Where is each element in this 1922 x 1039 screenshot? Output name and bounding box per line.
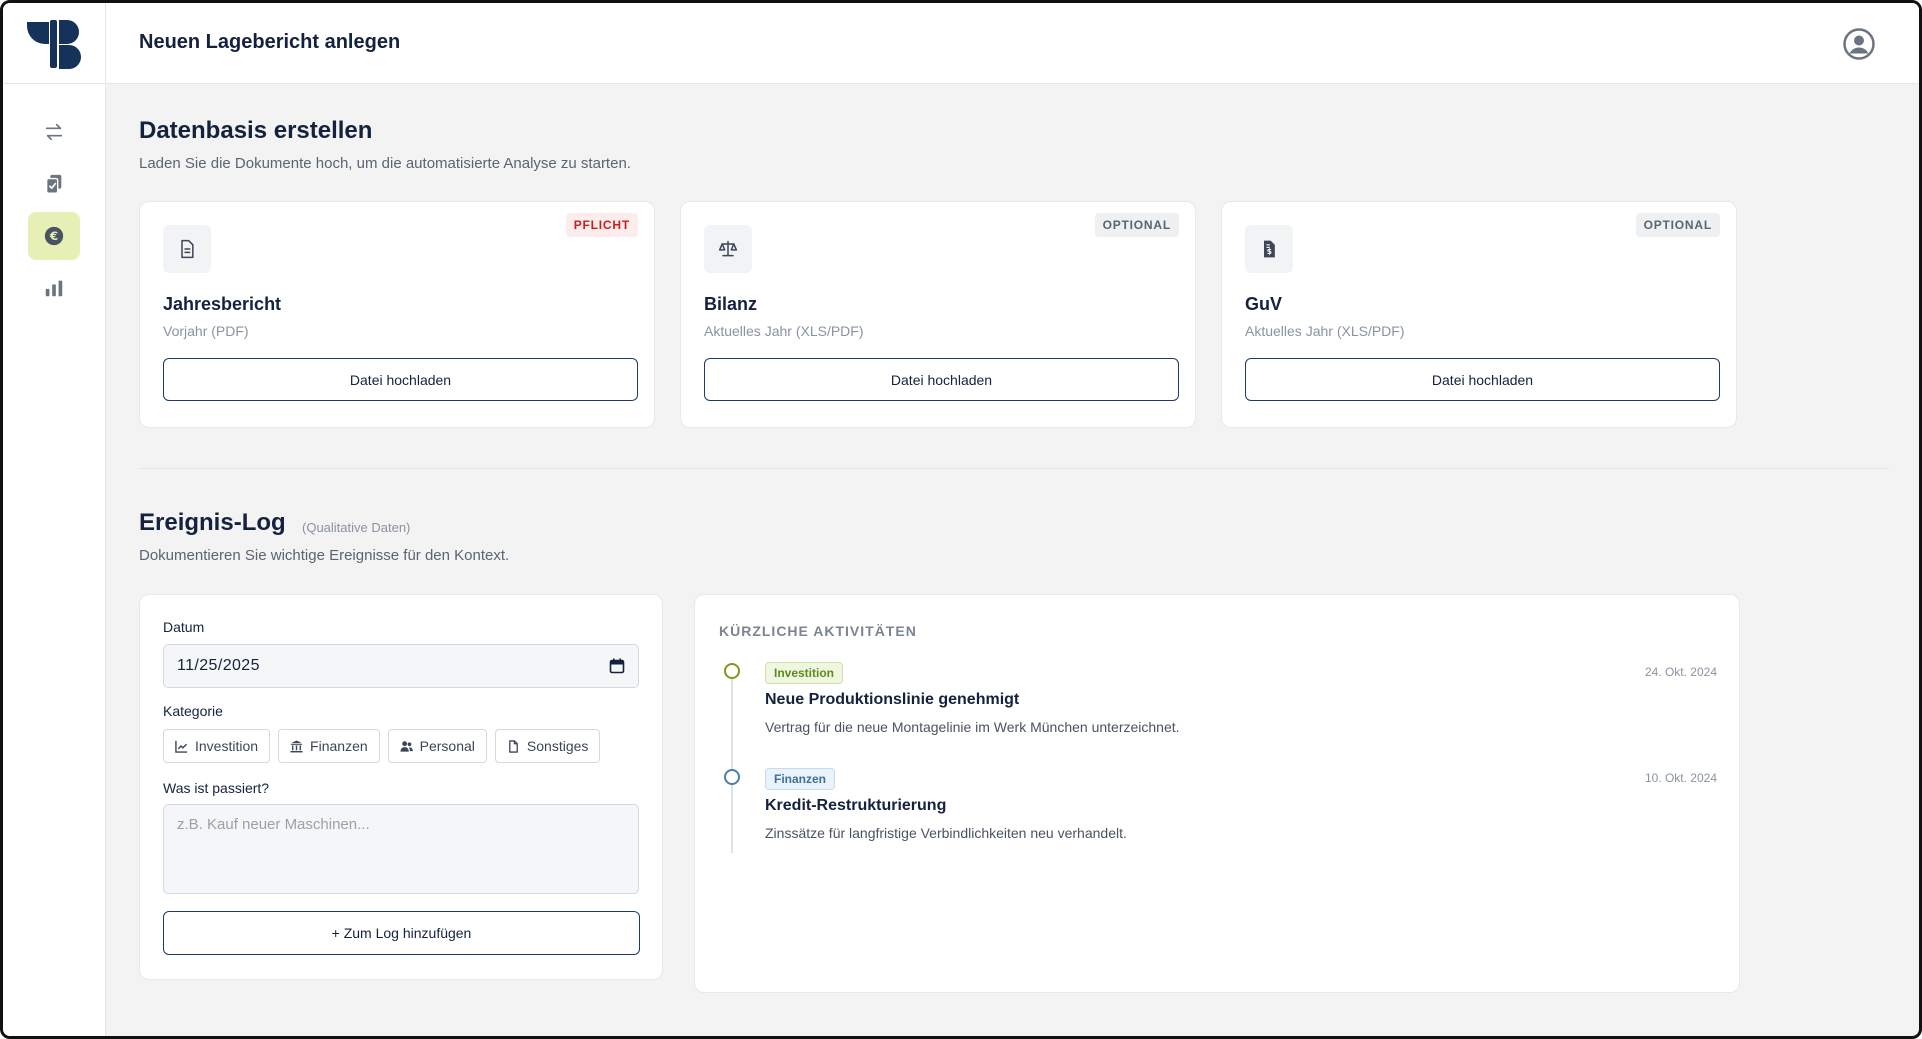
category-chip-personal[interactable]: Personal [387,729,487,763]
datenbasis-subtitle: Laden Sie die Dokumente hoch, um die aut… [139,155,631,172]
card-title: Bilanz [704,294,758,314]
sidebar-item-analytics[interactable] [28,264,80,312]
brand-logo[interactable] [25,18,83,70]
date-input[interactable]: 11/25/2025 [163,644,639,688]
date-value: 11/25/2025 [177,657,260,674]
activity-title: Neue Produktionslinie genehmigt [765,691,1020,708]
log-title: Ereignis-Log [139,509,286,536]
sidebar: € [3,3,106,1036]
activity-heading: KÜRZLICHE AKTIVITÄTEN [719,623,917,639]
sidebar-item-transfer[interactable] [28,108,80,156]
card-subtitle: Vorjahr (PDF) [163,323,249,339]
card-title: GuV [1245,294,1283,314]
users-icon [400,740,413,752]
document-icon [163,225,211,273]
category-chips: Investition Finanzen Personal Sonstiges [163,729,601,763]
bank-icon [290,739,303,752]
category-label: Kategorie [163,703,223,719]
activity-tag: Finanzen [765,768,836,790]
recent-activity-card: KÜRZLICHE AKTIVITÄTEN Investition 24. Ok… [694,594,1740,993]
activity-title: Kredit-Restrukturierung [765,797,947,814]
upload-button-bilanz[interactable]: Datei hochladen [704,358,1179,401]
clipboard-check-icon [45,174,62,194]
chip-label: Sonstiges [526,738,589,754]
svg-text:€: € [49,229,58,243]
date-label: Datum [163,619,205,635]
activity-date: 24. Okt. 2024 [1644,665,1717,679]
section-divider [139,468,1889,469]
sidebar-item-documents[interactable] [28,160,80,208]
main-content: Datenbasis erstellen Laden Sie die Dokum… [106,84,1919,1036]
card-title: Jahresbericht [163,294,282,314]
activity-date: 10. Okt. 2024 [1644,771,1717,785]
timeline-dot [724,663,740,679]
timeline-line [731,675,733,853]
activity-description: Vertrag für die neue Montagelinie im Wer… [765,719,1180,735]
file-icon [509,739,518,753]
sidebar-item-finance[interactable]: € [28,212,80,260]
upload-card-jahresbericht: PFLICHT Jahresbericht Vorjahr (PDF) Date… [139,201,655,428]
upload-card-guv: $ OPTIONAL GuV Aktuelles Jahr (XLS/PDF) … [1221,201,1737,428]
page-title: Neuen Lagebericht anlegen [139,31,401,53]
invoice-dollar-icon: $ [1245,225,1293,273]
category-chip-sonstiges[interactable]: Sonstiges [494,729,601,763]
what-happened-label: Was ist passiert? [163,780,270,796]
svg-text:$: $ [1267,247,1272,256]
upload-button-guv[interactable]: Datei hochladen [1245,358,1720,401]
timeline-dot [724,769,740,785]
activity-description: Zinssätze für langfristige Verbindlichke… [765,825,1127,841]
chip-label: Investition [195,738,259,754]
calendar-icon[interactable] [609,658,625,674]
user-avatar-icon[interactable] [1843,28,1875,60]
log-hint: (Qualitative Daten) [302,520,411,535]
category-chip-finanzen[interactable]: Finanzen [278,729,380,763]
optional-badge: OPTIONAL [1094,213,1179,237]
top-header: Neuen Lagebericht anlegen [106,3,1919,84]
upload-button-jahresbericht[interactable]: Datei hochladen [163,358,638,401]
arrows-exchange-icon [45,123,63,141]
sidebar-divider [3,83,106,84]
event-form-card: Datum 11/25/2025 Kategorie Investition F… [139,594,663,980]
optional-badge: OPTIONAL [1635,213,1720,237]
app-window: € Neuen Lagebericht anlegen Datenbasis e… [0,0,1922,1039]
chip-label: Finanzen [310,738,368,754]
upload-card-bilanz: OPTIONAL Bilanz Aktuelles Jahr (XLS/PDF)… [680,201,1196,428]
chart-line-icon [175,740,188,753]
card-subtitle: Aktuelles Jahr (XLS/PDF) [704,323,864,339]
category-chip-investition[interactable]: Investition [163,729,271,763]
activity-tag: Investition [765,662,844,684]
scale-icon [704,225,752,273]
bar-chart-icon [45,280,63,297]
log-subtitle: Dokumentieren Sie wichtige Ereignisse fü… [139,547,510,564]
card-subtitle: Aktuelles Jahr (XLS/PDF) [1245,323,1405,339]
datenbasis-title: Datenbasis erstellen [139,117,373,144]
chip-label: Personal [419,738,475,754]
what-happened-textarea[interactable]: z.B. Kauf neuer Maschinen... [163,804,639,894]
euro-coin-icon: € [44,226,64,246]
required-badge: PFLICHT [565,213,638,237]
add-to-log-button[interactable]: + Zum Log hinzufügen [163,911,640,955]
